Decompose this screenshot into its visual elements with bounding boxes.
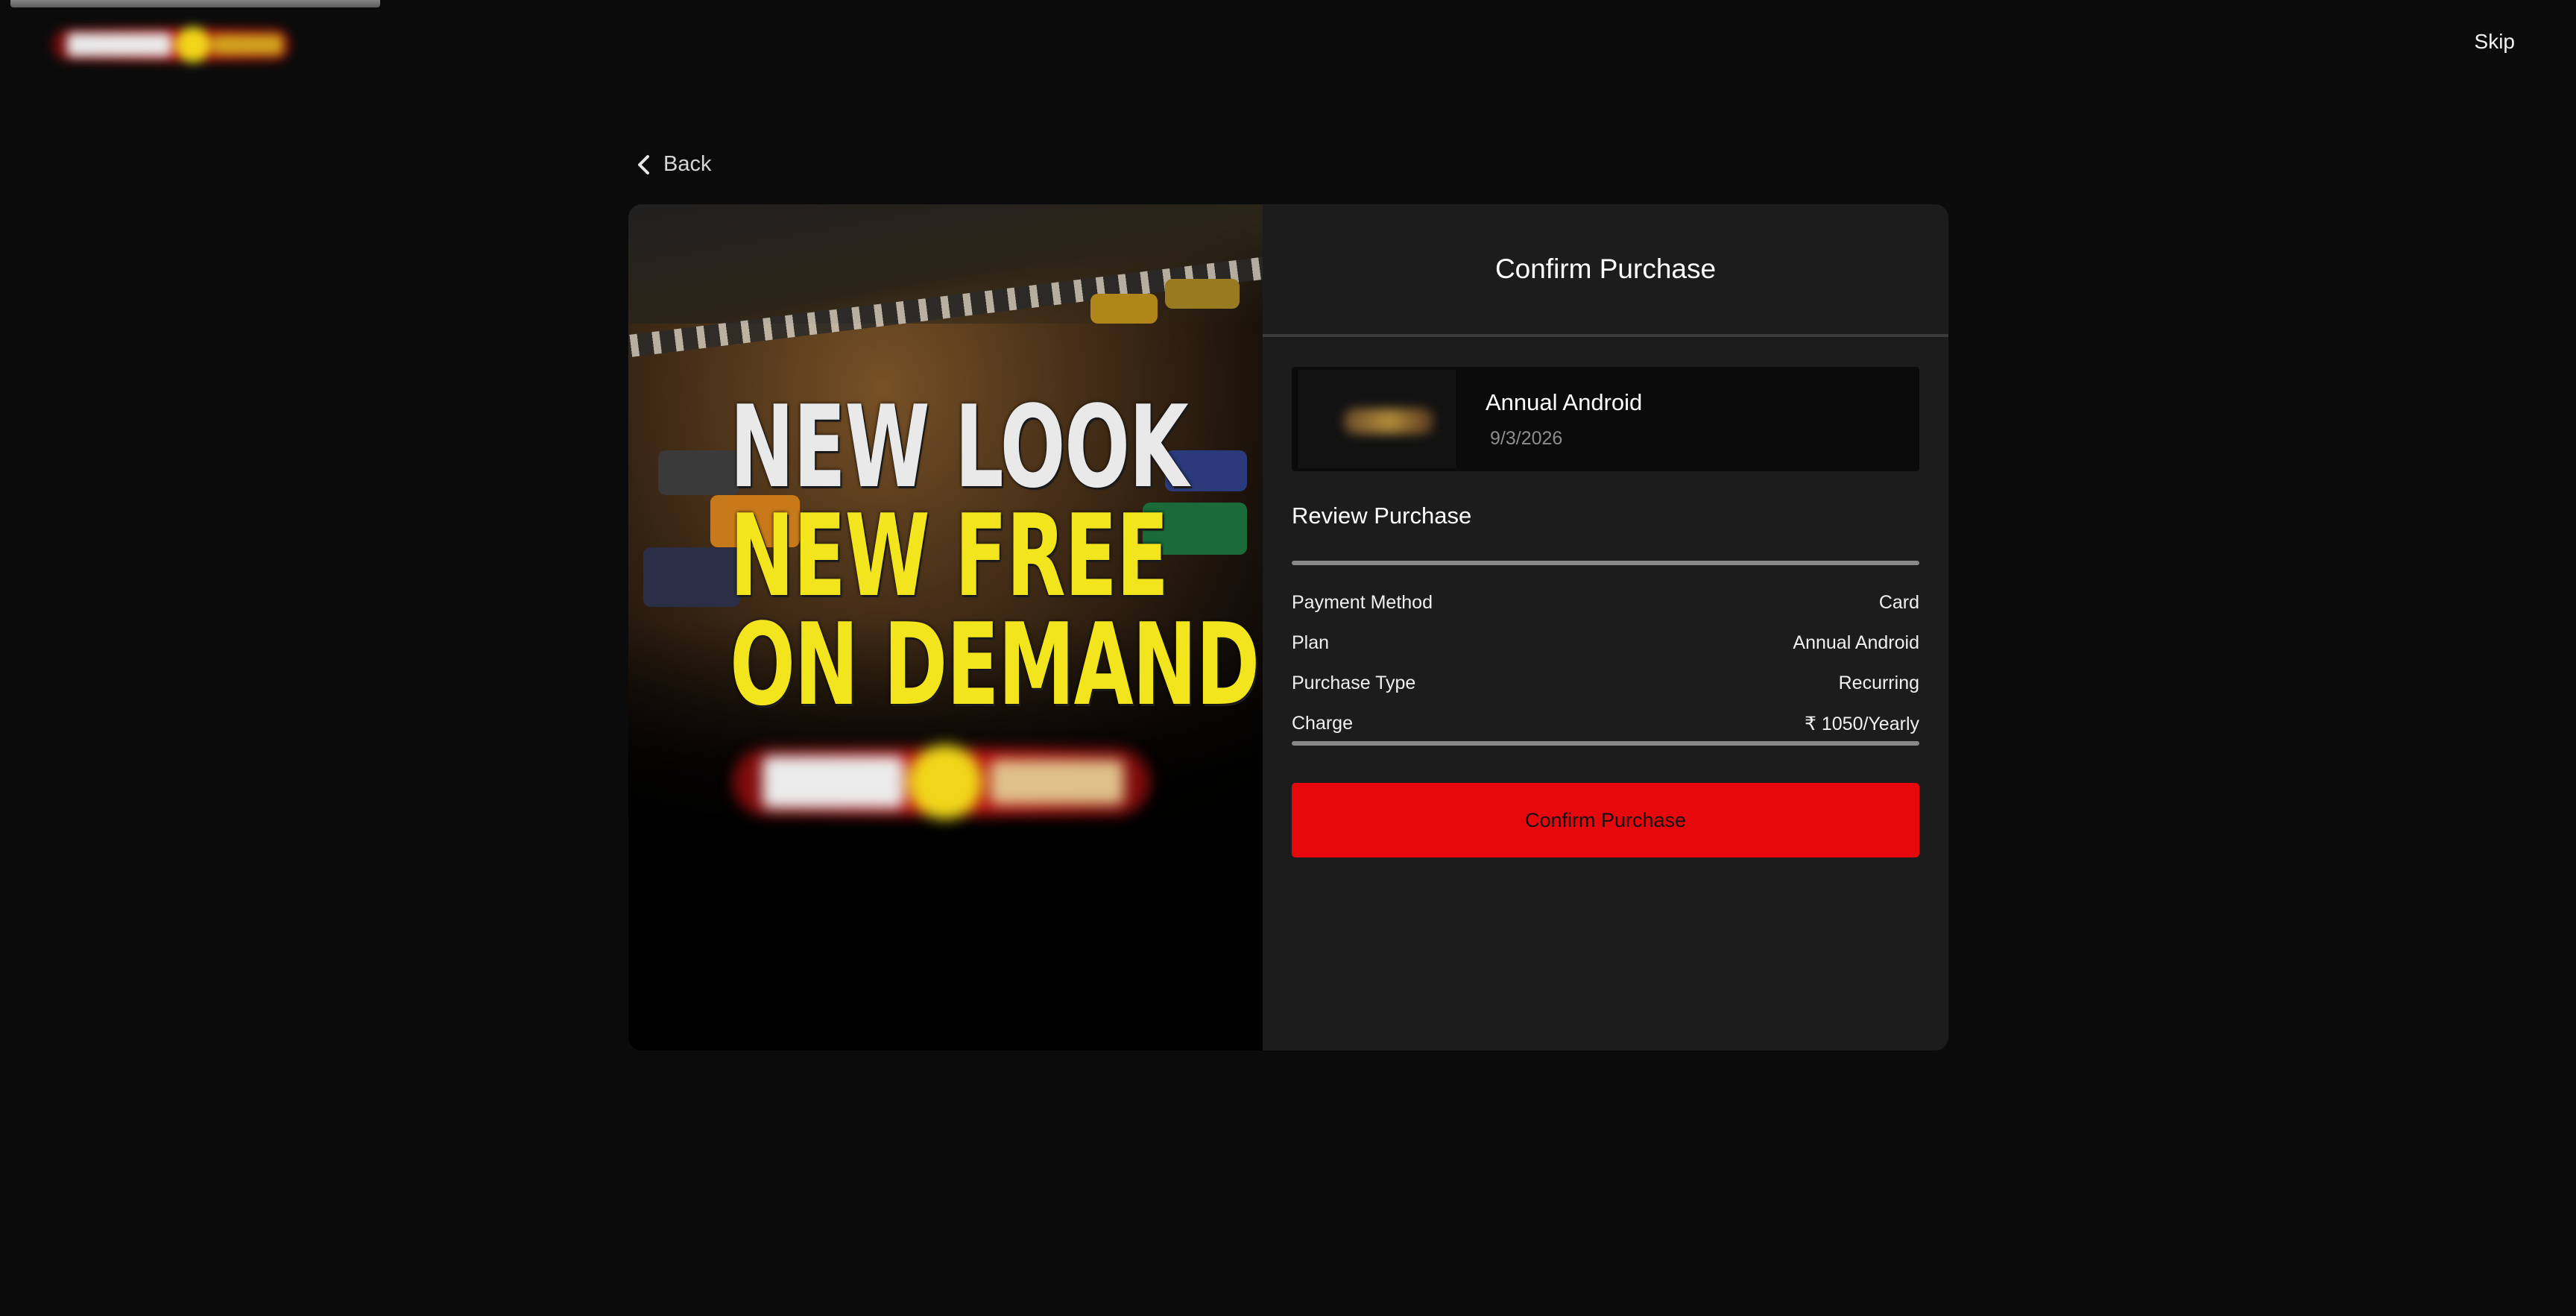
back-label: Back bbox=[663, 152, 712, 176]
review-value: Card bbox=[1878, 592, 1919, 613]
headline-line-1: NEW LOOK bbox=[730, 381, 1189, 513]
review-divider-top bbox=[1292, 561, 1919, 565]
review-label: Payment Method bbox=[1292, 592, 1433, 613]
plan-thumbnail bbox=[1298, 370, 1456, 468]
review-divider-bottom bbox=[1292, 741, 1919, 746]
promo-banner: NEW LOOK NEW FREE ON DEMAND bbox=[628, 204, 1263, 1051]
plan-name: Annual Android bbox=[1486, 389, 1643, 415]
review-label: Purchase Type bbox=[1292, 673, 1416, 693]
confirm-purchase-button[interactable]: Confirm Purchase bbox=[1292, 783, 1919, 857]
chevron-left-icon bbox=[637, 154, 650, 175]
headline-line-3: ON DEMAND bbox=[730, 599, 1260, 731]
review-row-payment-method: Payment Method Card bbox=[1292, 592, 1919, 614]
review-value: Recurring bbox=[1838, 673, 1919, 693]
purchase-page: Skip Back NEW LOOK NEW FREE ON DEMAND Co… bbox=[0, 0, 2576, 1316]
panel-divider bbox=[1263, 334, 1948, 337]
promo-brand-logo bbox=[733, 726, 1150, 838]
review-label: Plan bbox=[1292, 632, 1330, 653]
promo-headline: NEW LOOK NEW FREE ON DEMAND bbox=[730, 381, 1260, 731]
panel-title: Confirm Purchase bbox=[1494, 254, 1717, 284]
confirm-panel: Confirm Purchase Annual Android 9/3/2026… bbox=[1263, 204, 1948, 1051]
skip-button[interactable]: Skip bbox=[2475, 30, 2515, 54]
back-button[interactable]: Back bbox=[637, 152, 711, 177]
brand-logo bbox=[45, 12, 298, 75]
plan-card: Annual Android 9/3/2026 bbox=[1292, 367, 1919, 471]
headline-line-2: NEW FREE bbox=[730, 490, 1169, 622]
plan-date: 9/3/2026 bbox=[1490, 428, 1563, 449]
review-value: ₹ 1050/Yearly bbox=[1805, 714, 1919, 734]
review-row-charge: Charge ₹ 1050/Yearly bbox=[1292, 713, 1919, 735]
review-title: Review Purchase bbox=[1292, 503, 1472, 529]
purchase-card: NEW LOOK NEW FREE ON DEMAND Confirm Purc… bbox=[628, 204, 1948, 1051]
review-label: Charge bbox=[1292, 713, 1353, 734]
review-row-purchase-type: Purchase Type Recurring bbox=[1292, 673, 1919, 694]
review-row-plan: Plan Annual Android bbox=[1292, 632, 1919, 654]
loading-strip bbox=[10, 0, 380, 7]
review-value: Annual Android bbox=[1793, 632, 1919, 653]
